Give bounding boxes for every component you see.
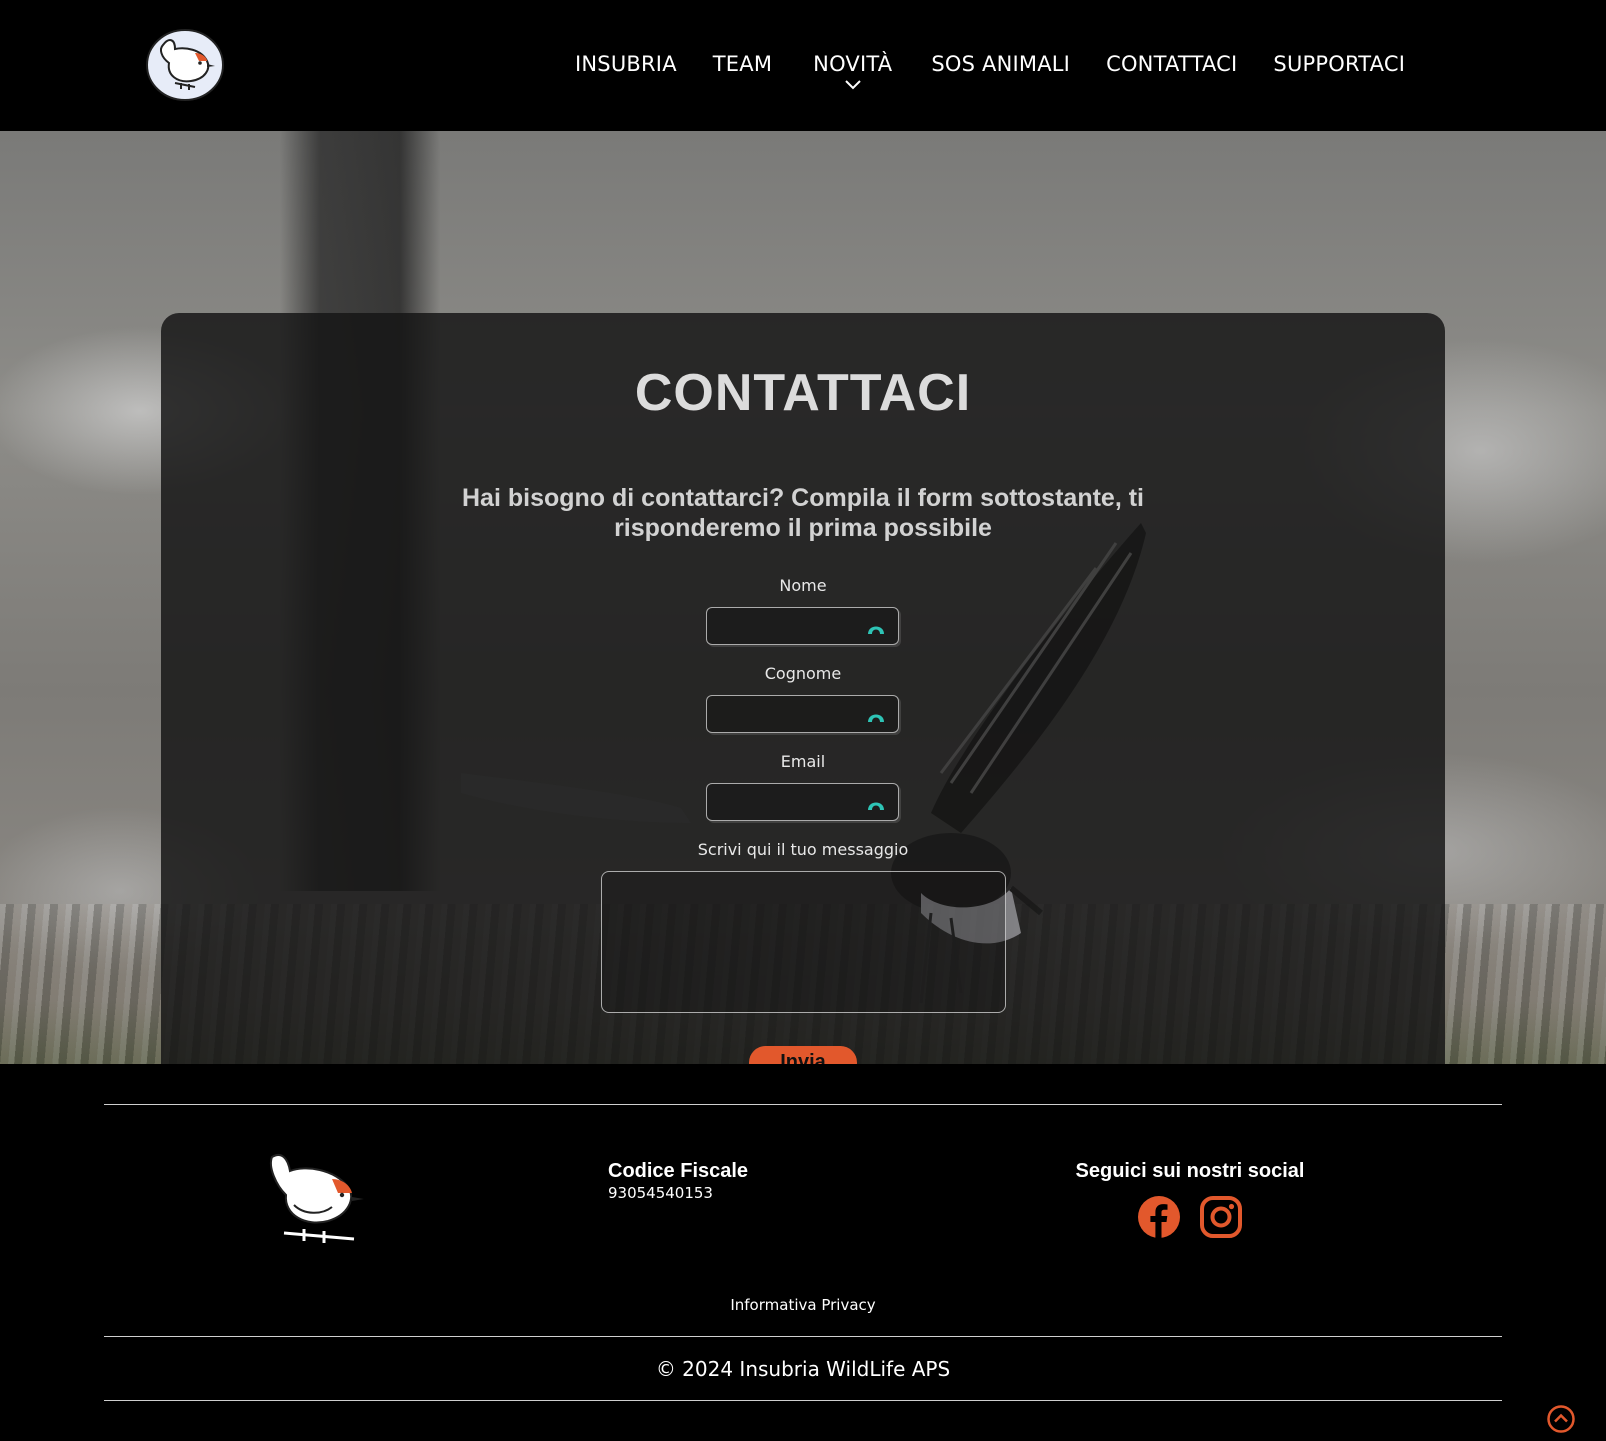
surname-label: Cognome xyxy=(764,664,842,683)
site-header: INSUBRIA TEAM NOVITÀ SOS ANIMALI CONTATT… xyxy=(0,0,1606,131)
footer-divider xyxy=(104,1400,1502,1401)
nav-item-sos-animali[interactable]: SOS ANIMALI xyxy=(931,52,1070,76)
message-textarea[interactable] xyxy=(601,871,1006,1013)
email-field[interactable] xyxy=(706,783,899,821)
footer-bird-logo-icon xyxy=(270,1153,364,1243)
password-manager-icon[interactable] xyxy=(866,794,886,812)
facebook-icon[interactable] xyxy=(1138,1196,1180,1238)
fiscal-code-title: Codice Fiscale xyxy=(608,1160,749,1182)
password-manager-icon[interactable] xyxy=(866,618,886,636)
message-label: Scrivi qui il tuo messaggio xyxy=(697,840,909,859)
site-footer: Codice Fiscale 93054540153 Seguici sui n… xyxy=(0,1064,1606,1441)
nav-item-insubria[interactable]: INSUBRIA xyxy=(575,52,677,76)
page-title: CONTATTACI xyxy=(634,364,972,422)
nav-item-contattaci[interactable]: CONTATTACI xyxy=(1106,52,1237,76)
email-label: Email xyxy=(780,752,826,771)
send-button[interactable]: Invia xyxy=(749,1046,857,1064)
fiscal-code-value: 93054540153 xyxy=(608,1184,713,1202)
page-subtitle: Hai bisogno di contattarci? Compila il f… xyxy=(462,484,1144,542)
privacy-link[interactable]: Informativa Privacy xyxy=(0,1296,1606,1314)
footer-divider xyxy=(104,1104,1502,1105)
social-title: Seguici sui nostri social xyxy=(1075,1160,1305,1182)
main-nav: INSUBRIA TEAM NOVITÀ SOS ANIMALI CONTATT… xyxy=(575,52,1405,90)
name-field[interactable] xyxy=(706,607,899,645)
nav-item-novita-label: NOVITÀ xyxy=(813,52,893,76)
contact-panel: CONTATTACI Hai bisogno di contattarci? C… xyxy=(161,313,1445,1064)
logo-bird-icon[interactable] xyxy=(145,27,225,103)
copyright-text: © 2024 Insubria WildLife APS xyxy=(655,1357,951,1381)
password-manager-icon[interactable] xyxy=(866,706,886,724)
nav-item-team[interactable]: TEAM xyxy=(713,52,772,76)
footer-divider xyxy=(104,1336,1502,1337)
instagram-icon[interactable] xyxy=(1200,1196,1242,1238)
scroll-top-icon[interactable] xyxy=(1546,1404,1576,1434)
chevron-down-icon[interactable] xyxy=(845,80,861,90)
hero-background: CONTATTACI Hai bisogno di contattarci? C… xyxy=(0,131,1606,1064)
nav-item-novita[interactable]: NOVITÀ xyxy=(813,52,893,90)
surname-field[interactable] xyxy=(706,695,899,733)
nav-item-supportaci[interactable]: SUPPORTACI xyxy=(1273,52,1405,76)
name-label: Nome xyxy=(779,576,827,595)
